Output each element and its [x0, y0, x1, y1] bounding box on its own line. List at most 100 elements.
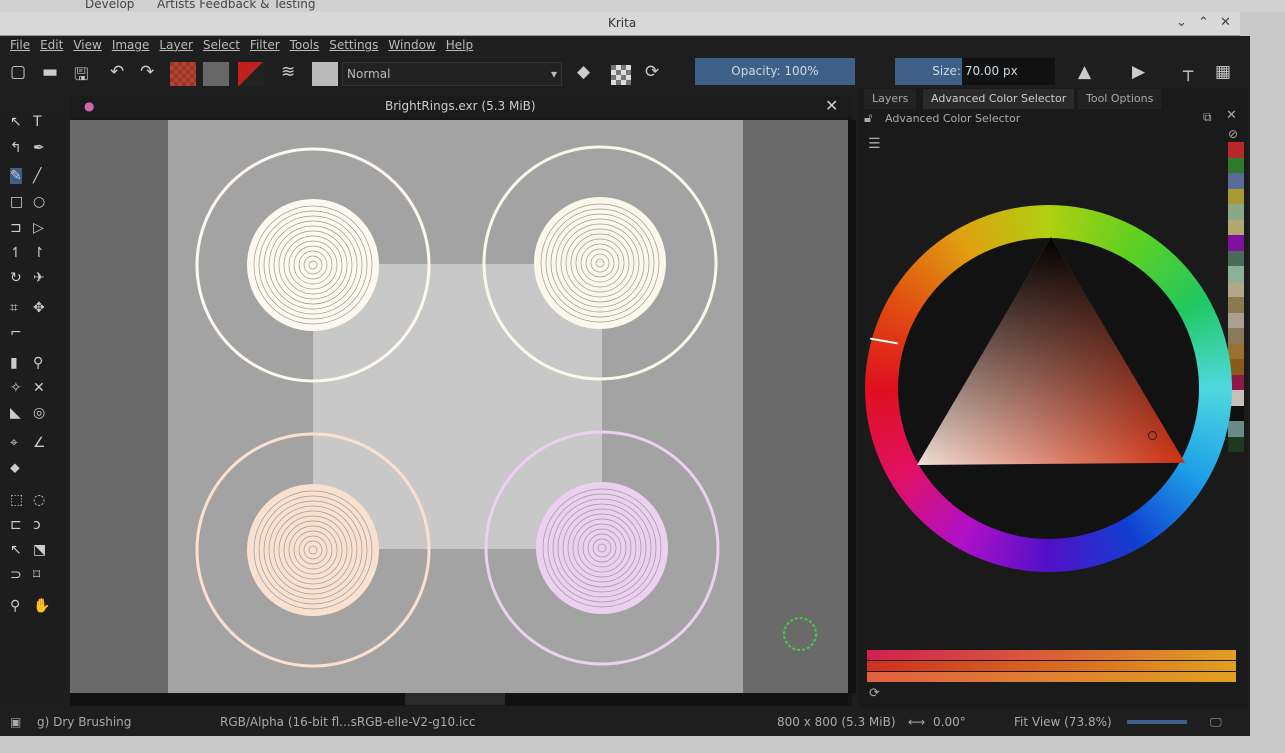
similar-select-icon[interactable]: ⬔ [33, 542, 46, 558]
polygon-select-icon[interactable]: ⊏ [10, 517, 22, 533]
crop-tool-icon[interactable]: ⌐ [10, 325, 22, 341]
reload-preset-icon[interactable]: ⟳ [645, 62, 659, 82]
image-canvas[interactable] [70, 120, 848, 693]
color-slider[interactable] [867, 650, 1236, 660]
undo-icon[interactable]: ↶ [110, 62, 124, 82]
color-swatch[interactable] [1228, 421, 1244, 437]
mirror-horizontal-icon[interactable]: ▲ [1078, 62, 1091, 82]
color-swatch[interactable] [1228, 204, 1244, 220]
eraser-icon[interactable]: ◆ [577, 62, 590, 82]
blend-mode-select[interactable]: Normal ▾ [342, 62, 562, 86]
enclose-fill-icon[interactable]: ◎ [33, 405, 45, 421]
color-swatch[interactable] [1228, 250, 1244, 266]
open-folder-icon[interactable]: ▬ [42, 62, 58, 82]
zoom-level[interactable]: Fit View (73.8%) [1014, 715, 1112, 729]
tab-advanced-color-selector[interactable]: Advanced Color Selector [923, 89, 1075, 109]
select-shapes-icon[interactable]: ↖ [10, 114, 22, 130]
text-tool-icon[interactable]: T [33, 114, 42, 130]
zoom-slider[interactable] [1127, 720, 1187, 724]
rect-select-icon[interactable]: ⬚ [10, 492, 23, 508]
fill-tool-icon[interactable]: ◣ [10, 405, 21, 421]
multibrush-icon[interactable]: ✈ [33, 270, 45, 286]
close-docker-icon[interactable]: ✕ [1226, 108, 1237, 123]
menu-edit[interactable]: Edit [40, 38, 63, 52]
menu-file[interactable]: File [10, 38, 30, 52]
minimize-button[interactable]: ⌄ [1176, 15, 1187, 30]
maximize-button[interactable]: ⌃ [1198, 15, 1209, 30]
color-swatch[interactable] [1228, 328, 1244, 344]
color-cursor[interactable] [1148, 431, 1157, 440]
measure-tool-icon[interactable]: ∠ [33, 435, 46, 451]
tab-tool-options[interactable]: Tool Options [1078, 89, 1162, 109]
menu-settings[interactable]: Settings [329, 38, 378, 52]
calligraphy-icon[interactable]: ✒ [33, 140, 45, 156]
color-swatch[interactable] [1228, 436, 1244, 452]
color-slider[interactable] [867, 672, 1236, 682]
brush-settings-icon[interactable]: ≋ [281, 62, 295, 82]
selector-settings-icon[interactable]: ☰ [868, 136, 881, 152]
tab-layers[interactable]: Layers [864, 89, 917, 109]
vertical-scrollbar[interactable] [848, 120, 856, 693]
browser-tab[interactable]: Develop [85, 0, 134, 11]
lock-docker-icon[interactable]: 🔓︎ [864, 111, 872, 126]
alpha-lock-icon[interactable] [611, 65, 631, 85]
edit-shapes-icon[interactable]: ↰ [10, 140, 22, 156]
color-swatch[interactable] [1228, 343, 1244, 359]
contiguous-select-icon[interactable]: ↖ [10, 542, 22, 558]
smart-patch-icon[interactable]: ✧ [10, 380, 22, 396]
polygon-tool-icon[interactable]: ⊐ [10, 220, 22, 236]
menu-tools[interactable]: Tools [290, 38, 320, 52]
reference-tool-icon[interactable]: ⬥ [10, 460, 20, 476]
freehand-path-icon[interactable]: ↾ [33, 245, 45, 261]
bezier-select-icon[interactable]: ⊃ [10, 567, 22, 583]
close-window-button[interactable]: ✕ [1220, 15, 1231, 30]
pattern-selector[interactable] [203, 62, 229, 86]
menu-help[interactable]: Help [446, 38, 473, 52]
color-swatch[interactable] [1228, 188, 1244, 204]
transform-tool-icon[interactable]: ⌗ [10, 300, 18, 316]
new-document-icon[interactable]: ▢ [10, 62, 26, 82]
line-tool-icon[interactable]: ╱ [33, 168, 41, 184]
browser-tab[interactable]: Artists Feedback & Testing [157, 0, 316, 11]
brush-tool-icon[interactable]: ✎ [10, 168, 22, 184]
color-swatch[interactable] [1228, 235, 1244, 251]
menu-window[interactable]: Window [388, 38, 435, 52]
color-slider[interactable] [867, 661, 1236, 671]
color-swatch[interactable] [1228, 142, 1244, 158]
horizontal-scrollbar[interactable] [70, 693, 848, 705]
redo-icon[interactable]: ↷ [140, 62, 154, 82]
move-tool-icon[interactable]: ✥ [33, 300, 45, 316]
menu-view[interactable]: View [73, 38, 101, 52]
assistant-tool-icon[interactable]: ⌖ [10, 435, 18, 451]
gradient-selector[interactable] [170, 62, 196, 86]
color-swatch[interactable] [1228, 266, 1244, 282]
color-swatch[interactable] [1228, 219, 1244, 235]
color-picker-icon[interactable]: ⚲ [33, 355, 43, 371]
magnetic-select-icon[interactable]: ⌑ [33, 567, 40, 583]
brush-preset-icon[interactable] [312, 62, 338, 86]
freehand-select-icon[interactable]: ↄ [33, 517, 41, 533]
menu-image[interactable]: Image [112, 38, 150, 52]
rectangle-tool-icon[interactable]: □ [10, 194, 23, 210]
color-swatch[interactable] [1228, 157, 1244, 173]
wrap-around-icon[interactable]: ┬ [1183, 62, 1193, 82]
clear-history-icon[interactable]: ⊘ [1228, 127, 1238, 141]
color-swatch[interactable] [1228, 312, 1244, 328]
save-icon[interactable]: 🖫 [74, 62, 88, 91]
ellipse-select-icon[interactable]: ◌ [33, 492, 45, 508]
canvas-only-icon[interactable]: 🖵︎ [1210, 715, 1222, 730]
workspace-icon[interactable]: ▦ [1215, 62, 1231, 82]
gradient-tool-icon[interactable]: ▮ [10, 355, 18, 371]
menu-select[interactable]: Select [203, 38, 240, 52]
bezier-tool-icon[interactable]: ↿ [10, 245, 22, 261]
refresh-icon[interactable]: ⟳ [869, 686, 880, 701]
zoom-tool-icon[interactable]: ⚲ [10, 598, 20, 614]
pan-tool-icon[interactable]: ✋ [33, 598, 50, 614]
color-swatch[interactable] [1228, 281, 1244, 297]
color-swatch[interactable] [1228, 173, 1244, 189]
menu-layer[interactable]: Layer [159, 38, 192, 52]
ellipse-tool-icon[interactable]: ○ [33, 194, 45, 210]
mirror-vertical-icon[interactable]: ▶ [1132, 62, 1145, 82]
color-swap-icon[interactable] [238, 62, 264, 86]
float-docker-icon[interactable]: ⧉ [1203, 110, 1212, 125]
